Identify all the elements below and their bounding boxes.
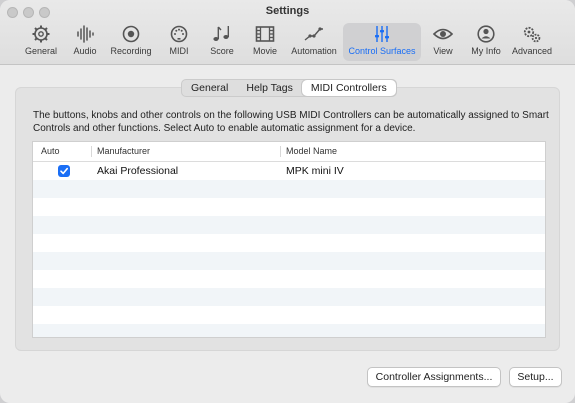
empty-row <box>33 180 545 198</box>
toolbar-label: General <box>24 46 58 56</box>
tab-help-tags[interactable]: Help Tags <box>237 80 302 96</box>
toolbar-label: Advanced <box>511 46 553 56</box>
toolbar-item-view[interactable]: View <box>427 23 459 61</box>
toolbar-label: Control Surfaces <box>348 46 416 56</box>
toolbar-item-my-info[interactable]: My Info <box>467 23 505 61</box>
checkmark-icon <box>60 167 68 175</box>
music-notes-icon <box>213 26 229 41</box>
controllers-table: Auto Manufacturer Model Name Akai Profes… <box>32 141 546 338</box>
empty-row <box>33 216 545 234</box>
gear-icon <box>32 25 50 43</box>
column-divider[interactable] <box>280 146 281 157</box>
tab-midi-controllers[interactable]: MIDI Controllers <box>301 80 396 96</box>
person-icon <box>477 25 495 43</box>
table-header: Auto Manufacturer Model Name <box>33 142 545 162</box>
empty-row <box>33 288 545 306</box>
empty-row <box>33 270 545 288</box>
window-title: Settings <box>265 5 310 17</box>
empty-row <box>33 252 545 270</box>
toolbar-item-control-surfaces[interactable]: Control Surfaces <box>343 23 421 61</box>
toolbar-item-recording[interactable]: Recording <box>108 23 154 61</box>
auto-checkbox[interactable] <box>58 165 70 177</box>
toolbar-item-automation[interactable]: Automation <box>288 23 340 61</box>
empty-row <box>33 324 545 337</box>
toolbar-label: Recording <box>110 46 152 56</box>
toolbar-item-advanced[interactable]: Advanced <box>510 23 554 61</box>
empty-row <box>33 306 545 324</box>
film-icon <box>255 26 275 42</box>
toolbar-label: My Info <box>471 46 501 56</box>
column-header-manufacturer[interactable]: Manufacturer <box>97 146 150 156</box>
manufacturer-cell: Akai Professional <box>97 165 179 177</box>
toolbar-label: Score <box>210 46 234 56</box>
gears-icon <box>523 26 541 43</box>
automation-curve-icon <box>304 27 323 41</box>
empty-row <box>33 234 545 252</box>
toolbar-label: Automation <box>291 46 337 56</box>
toolbar-item-audio[interactable]: Audio <box>69 23 101 61</box>
column-divider[interactable] <box>91 146 92 157</box>
tab-general[interactable]: General <box>182 80 237 96</box>
tab-bar: General Help Tags MIDI Controllers <box>181 79 397 97</box>
description-text: The buttons, knobs and other controls on… <box>33 110 549 134</box>
settings-window: Settings General Audio Recording MIDI Sc… <box>0 0 575 403</box>
controller-assignments-button[interactable]: Controller Assignments... <box>367 367 501 387</box>
toolbar-item-score[interactable]: Score <box>205 23 239 61</box>
midi-port-icon <box>170 25 188 43</box>
toolbar-label: View <box>433 46 453 56</box>
waveform-icon <box>77 25 94 43</box>
toolbar-item-midi[interactable]: MIDI <box>163 23 195 61</box>
toolbar-label: Movie <box>252 46 277 56</box>
title-bar: Settings General Audio Recording MIDI Sc… <box>0 0 575 65</box>
faders-icon <box>375 26 389 42</box>
empty-row <box>33 198 545 216</box>
toolbar-item-movie[interactable]: Movie <box>248 23 282 61</box>
toolbar-label: MIDI <box>169 46 189 56</box>
record-icon <box>122 25 140 43</box>
toolbar-item-general[interactable]: General <box>21 23 61 61</box>
column-header-auto[interactable]: Auto <box>41 146 60 156</box>
column-header-model-name[interactable]: Model Name <box>286 146 337 156</box>
table-row[interactable]: Akai Professional MPK mini IV <box>33 162 545 180</box>
setup-button[interactable]: Setup... <box>509 367 562 387</box>
model-name-cell: MPK mini IV <box>286 165 344 177</box>
eye-icon <box>432 28 454 40</box>
toolbar-label: Audio <box>73 46 97 56</box>
